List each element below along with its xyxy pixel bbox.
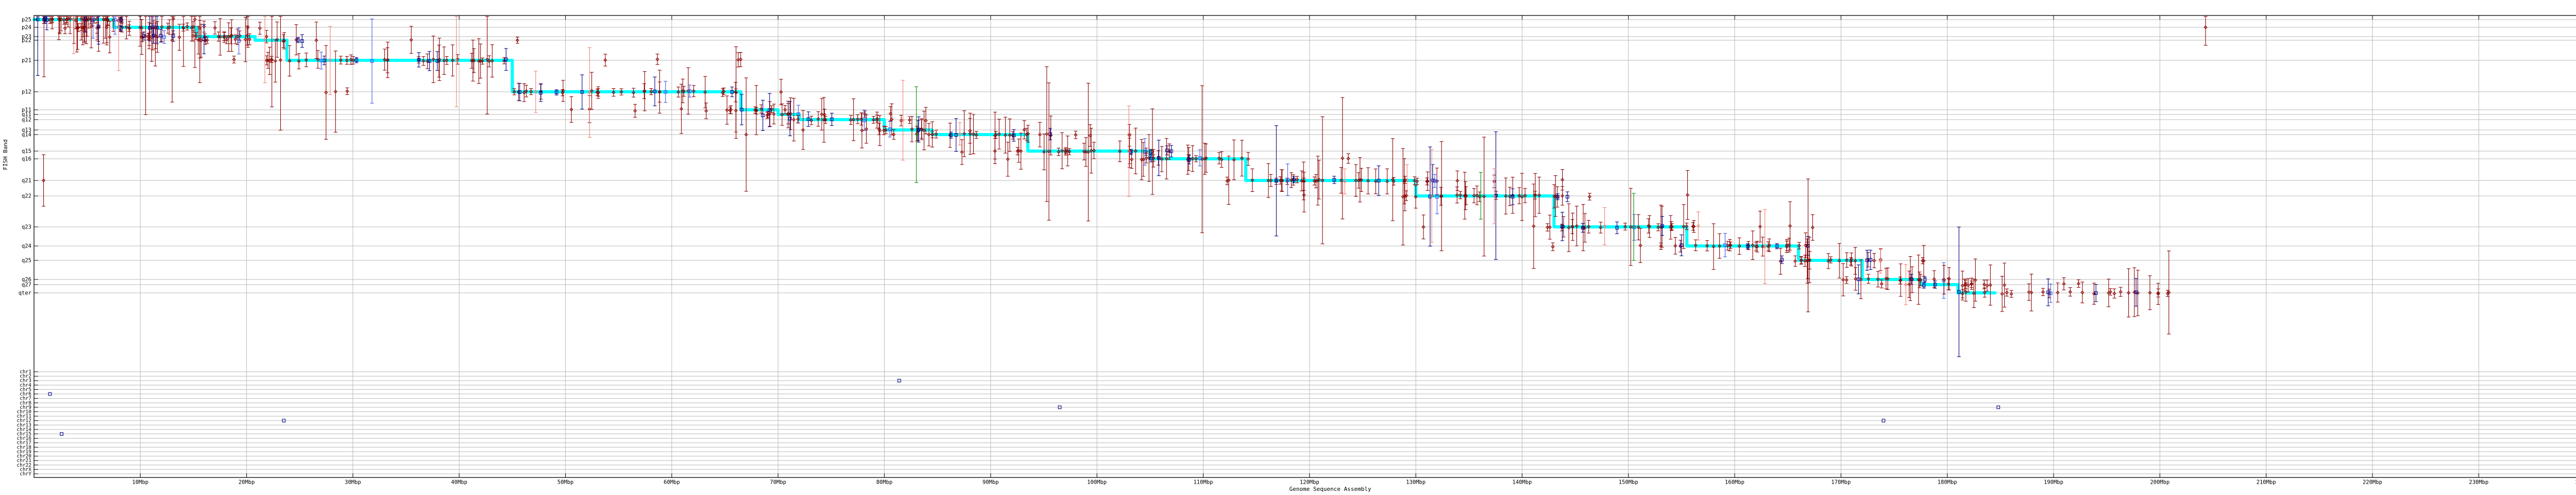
band-tick-label: q27 [22,282,31,288]
band-tick-label: q25 [22,258,31,264]
band-tick-label: q15 [22,148,31,155]
x-axis-title: Genome Sequence Assembly [1290,486,1371,492]
x-tick-label: 70Mbp [770,480,786,486]
x-tick-label: 10Mbp [132,480,149,486]
chart-page: Chromosome 6 FISH Markers vs Genome Sequ… [0,0,2576,495]
fish-marker-chart: Chromosome 6 FISH Markers vs Genome Sequ… [0,0,2576,495]
x-tick-label: 50Mbp [557,480,574,486]
x-tick-label: 190Mbp [2044,480,2063,486]
chr-tick-label: chrY [20,471,31,477]
x-tick-label: 160Mbp [1725,480,1744,486]
band-tick-label: p12 [22,89,31,95]
band-tick-label: p24 [22,25,31,31]
chart-render-root: 10Mbp 20Mbp 30Mbp 40Mbp 50Mbp 60Mbp 70Mbp 80Mbp… [0,0,2576,495]
x-tick-label: 180Mbp [1938,480,1957,486]
x-tick-label: 110Mbp [1193,480,1213,486]
band-tick-label: q16 [22,156,31,162]
x-tick-label: 90Mbp [982,480,999,486]
x-tick-label: 20Mbp [239,480,255,486]
band-tick-label: q12 [22,117,31,123]
x-tick-label: 210Mbp [2257,480,2276,486]
x-tick-label: 140Mbp [1512,480,1532,486]
x-tick-label: 30Mbp [345,480,361,486]
x-tick-label: 130Mbp [1406,480,1426,486]
band-tick-label: q24 [22,243,31,250]
y-axis-title: FISH Band [2,139,9,170]
x-tick-label: 200Mbp [2150,480,2170,486]
band-tick-label: q14 [22,132,31,138]
band-tick-label: p25 [22,17,31,23]
band-tick-label: qter [19,290,31,296]
band-tick-label: q21 [22,178,31,184]
x-tick-label: 120Mbp [1300,480,1319,486]
band-tick-label: p22 [22,38,31,44]
x-tick-label: 170Mbp [1831,480,1851,486]
x-tick-label: 230Mbp [2469,480,2488,486]
band-tick-label: p21 [22,58,31,64]
x-tick-label: 40Mbp [451,480,467,486]
x-tick-label: 60Mbp [664,480,680,486]
x-tick-label: 150Mbp [1619,480,1638,486]
x-tick-label: 80Mbp [876,480,893,486]
x-tick-label: 220Mbp [2363,480,2382,486]
band-tick-label: q22 [22,193,31,200]
band-tick-label: q23 [22,224,31,230]
x-tick-label: 100Mbp [1087,480,1107,486]
